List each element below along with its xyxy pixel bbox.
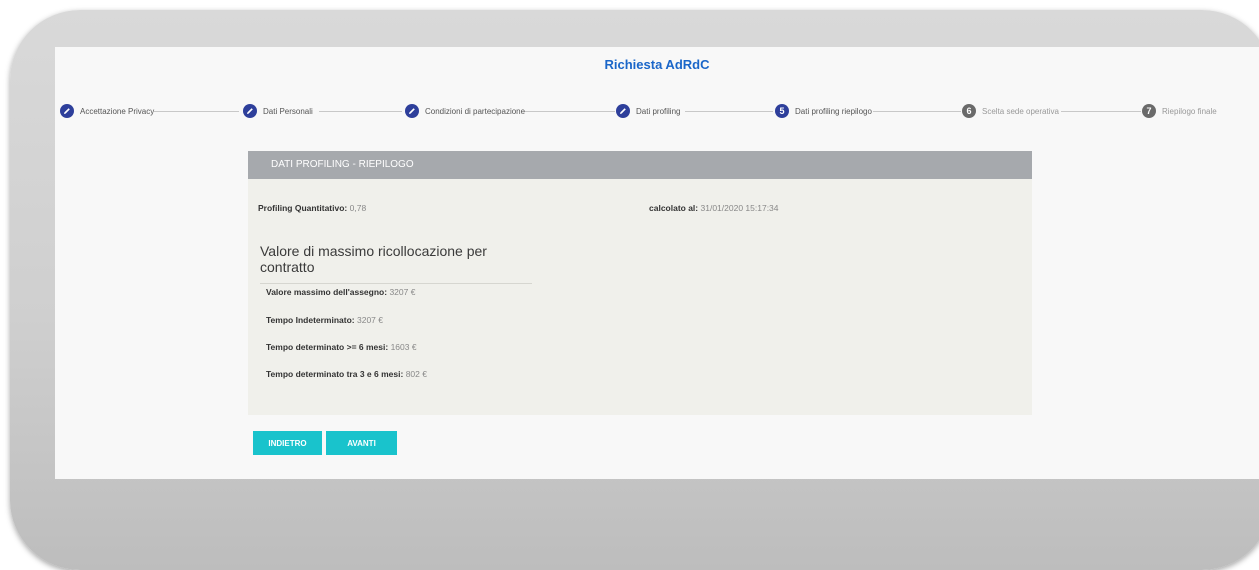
profiling-quantitativo: Profiling Quantitativo: 0,78 <box>258 203 366 213</box>
step-number: 5 <box>775 104 789 118</box>
step-dati-personali[interactable]: Dati Personali <box>243 104 313 118</box>
tempo-indeterminato: Tempo Indeterminato: 3207 € <box>266 315 383 325</box>
tempo-determinato-6-mesi: Tempo determinato >= 6 mesi: 1603 € <box>266 342 417 352</box>
stepper: Accettazione Privacy Dati Personali Cond… <box>55 104 1259 120</box>
field-value: 3207 € <box>357 315 383 325</box>
step-label: Riepilogo finale <box>1162 106 1217 116</box>
avanti-button[interactable]: AVANTI <box>326 431 397 455</box>
field-label: Tempo Indeterminato: <box>266 315 355 325</box>
step-dati-profiling[interactable]: Dati profiling <box>616 104 680 118</box>
step-riepilogo-finale[interactable]: 7 Riepilogo finale <box>1142 104 1217 118</box>
step-accettazione-privacy[interactable]: Accettazione Privacy <box>60 104 154 118</box>
field-label: calcolato al: <box>649 203 699 213</box>
step-connector <box>1061 111 1141 112</box>
field-value: 1603 € <box>390 342 417 352</box>
field-label: Tempo determinato tra 3 e 6 mesi: <box>266 369 404 379</box>
step-number: 6 <box>962 104 976 118</box>
field-value: 31/01/2020 15:17:34 <box>700 203 779 213</box>
step-connector <box>685 111 773 112</box>
step-label: Dati profiling <box>636 106 681 116</box>
step-dati-profiling-riepilogo[interactable]: 5 Dati profiling riepilogo <box>775 104 872 118</box>
indietro-button[interactable]: INDIETRO <box>253 431 322 455</box>
panel-header: DATI PROFILING - RIEPILOGO <box>248 151 1032 179</box>
step-condizioni-partecipazione[interactable]: Condizioni di partecipazione <box>405 104 525 118</box>
pencil-icon <box>243 104 257 118</box>
field-label: Profiling Quantitativo: <box>258 203 348 213</box>
calcolato-al: calcolato al: 31/01/2020 15:17:34 <box>649 203 779 213</box>
field-value: 0,78 <box>349 203 367 213</box>
section-title: Valore di massimo ricollocazione per con… <box>260 243 532 284</box>
step-number: 7 <box>1142 104 1156 118</box>
step-connector <box>525 111 615 112</box>
field-value: 802 € <box>405 369 427 379</box>
tempo-determinato-3-6-mesi: Tempo determinato tra 3 e 6 mesi: 802 € <box>266 369 427 379</box>
field-label: Valore massimo dell'assegno: <box>266 287 388 297</box>
step-connector <box>319 111 402 112</box>
pencil-icon <box>616 104 630 118</box>
step-label: Dati Personali <box>263 106 313 116</box>
step-connector <box>873 111 961 112</box>
step-label: Accettazione Privacy <box>80 106 155 116</box>
pencil-icon <box>405 104 419 118</box>
riepilogo-panel: DATI PROFILING - RIEPILOGO Profiling Qua… <box>248 151 1032 415</box>
pencil-icon <box>60 104 74 118</box>
step-label: Condizioni di partecipazione <box>425 106 526 116</box>
step-connector <box>154 111 239 112</box>
field-value: 3207 € <box>389 287 416 297</box>
app-screen: Richiesta AdRdC Accettazione Privacy Dat… <box>55 47 1259 479</box>
valore-massimo-assegno: Valore massimo dell'assegno: 3207 € <box>266 287 415 297</box>
step-label: Scelta sede operativa <box>982 106 1059 116</box>
step-scelta-sede-operativa[interactable]: 6 Scelta sede operativa <box>962 104 1059 118</box>
step-label: Dati profiling riepilogo <box>795 106 872 116</box>
field-label: Tempo determinato >= 6 mesi: <box>266 342 389 352</box>
page-title: Richiesta AdRdC <box>604 57 710 72</box>
